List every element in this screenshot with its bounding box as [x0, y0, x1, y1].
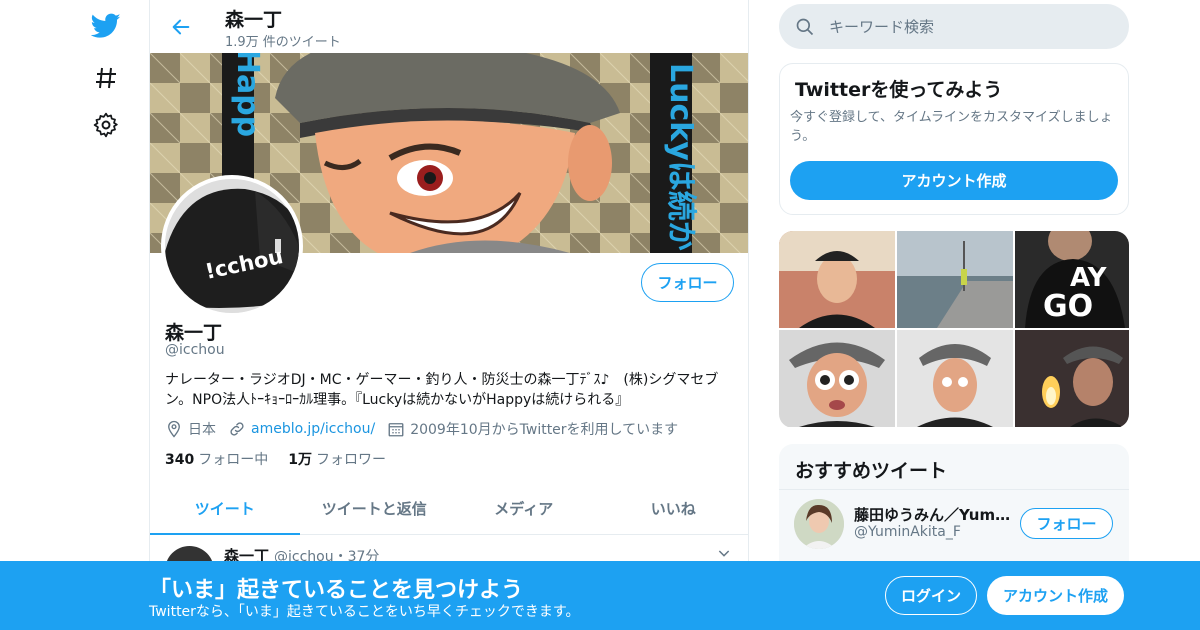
recommended-title: おすすめツイート [795, 460, 948, 482]
location-pin-icon [168, 420, 180, 438]
media-grid: GO AY [779, 231, 1129, 428]
page: 森一丁 1.9万 件のツイート Happ Luckyは続か !cchou フォロ… [0, 0, 1200, 630]
banner-left-text: Happ [230, 53, 265, 137]
header-name: 森一丁 [225, 9, 283, 31]
create-account-button[interactable]: アカウント作成 [790, 161, 1118, 200]
profile-bio: ナレーター・ラジオDJ・MC・ゲーマー・釣り人・防災士の森一丁ﾃﾞｽ♪ (株)シ… [165, 372, 719, 408]
following-stat[interactable]: 340 フォロー中 [165, 449, 268, 469]
svg-text:GO: GO [1043, 289, 1093, 324]
tab-likes[interactable]: いいね [599, 482, 749, 534]
joined-text: 2009年10月からTwitterを利用しています [410, 422, 679, 438]
profile-name: 森一丁 [165, 322, 223, 344]
tab-media[interactable]: メディア [449, 482, 599, 534]
signup-banner-subtitle: Twitterなら、「いま」起きていることをいち早くチェックできます。 [149, 604, 580, 620]
left-nav [82, 0, 130, 630]
media-thumbnail[interactable] [779, 330, 895, 427]
search-box [779, 4, 1129, 49]
media-thumbnail[interactable] [779, 231, 895, 328]
followers-stat[interactable]: 1万 フォロワー [288, 449, 386, 469]
website[interactable]: ameblo.jp/icchou/ [228, 420, 375, 438]
recommended-user-name[interactable]: 藤田ゆうみん／Yumi… [854, 504, 1014, 525]
link-icon [230, 422, 244, 436]
avatar[interactable]: !cchou [161, 175, 303, 317]
profile-stats: 340 フォロー中 1万 フォロワー [165, 449, 406, 469]
login-button[interactable]: ログイン [885, 576, 977, 615]
profile-header-bar: 森一丁 1.9万 件のツイート [150, 0, 748, 53]
followers-label: フォロワー [315, 452, 386, 468]
banner-right-text: Luckyは続か [663, 63, 698, 251]
media-thumbnail[interactable] [897, 330, 1013, 427]
header-tweet-count: 1.9万 件のツイート [225, 35, 341, 50]
tab-tweets[interactable]: ツイート [150, 482, 300, 535]
divider [779, 489, 1129, 490]
back-arrow-icon[interactable] [166, 12, 196, 42]
recommended-follow-button[interactable]: フォロー [1020, 508, 1113, 539]
followers-count: 1万 [288, 452, 312, 468]
profile-column: 森一丁 1.9万 件のツイート Happ Luckyは続か !cchou フォロ… [149, 0, 749, 630]
search-icon [796, 18, 814, 36]
website-link[interactable]: ameblo.jp/icchou/ [251, 421, 375, 437]
media-thumbnail[interactable] [1015, 330, 1129, 427]
gear-icon[interactable] [88, 107, 124, 143]
joined-date: 2009年10月からTwitterを利用しています [387, 419, 678, 439]
profile-meta: 日本 ameblo.jp/icchou/ 2009年10月からTwitterを利… [165, 418, 690, 440]
signup-banner-title: 「いま」起きていることを見つけよう [149, 578, 524, 603]
profile-handle: @icchou [165, 342, 225, 358]
profile-tabs: ツイート ツイートと返信 メディア いいね [150, 482, 748, 535]
signup-card: Twitterを使ってみよう 今すぐ登録して、タイムラインをカスタマイズしましょ… [779, 63, 1129, 215]
hashtag-icon[interactable] [88, 60, 124, 96]
twitter-bird-icon[interactable] [88, 8, 124, 44]
signup-card-title: Twitterを使ってみよう [795, 79, 1003, 101]
following-count: 340 [165, 452, 195, 468]
calendar-icon [388, 423, 404, 437]
signup-card-description: 今すぐ登録して、タイムラインをカスタマイズしましょう。 [790, 110, 1113, 144]
signup-banner: 「いま」起きていることを見つけよう Twitterなら、「いま」起きていることを… [0, 561, 1200, 630]
location-text: 日本 [188, 422, 216, 438]
follow-button[interactable]: フォロー [641, 263, 734, 302]
media-thumbnail[interactable]: GO AY [1015, 231, 1129, 328]
svg-text:AY: AY [1070, 263, 1108, 293]
following-label: フォロー中 [198, 452, 269, 468]
signup-button[interactable]: アカウント作成 [987, 576, 1124, 615]
recommended-user-handle: @YuminAkita_F [854, 524, 961, 540]
search-input[interactable] [829, 4, 1119, 49]
recommended-user-avatar[interactable] [794, 499, 844, 549]
tab-tweets-and-replies[interactable]: ツイートと返信 [300, 482, 450, 534]
media-thumbnail[interactable] [897, 231, 1013, 328]
location: 日本 [165, 419, 216, 439]
